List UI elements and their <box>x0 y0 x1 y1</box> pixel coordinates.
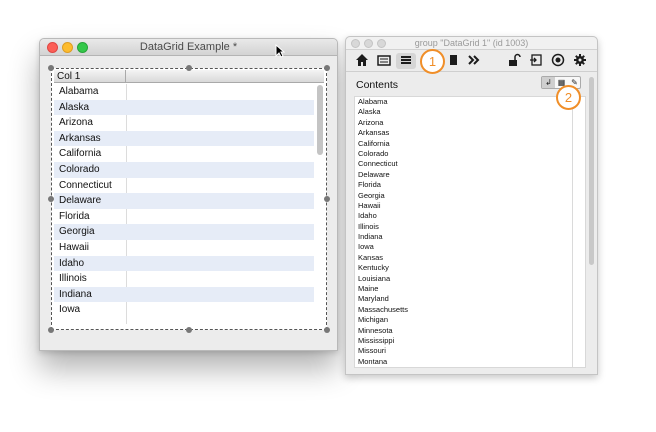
resize-handle-bottom-left[interactable] <box>48 327 54 333</box>
list-item: California <box>358 138 390 148</box>
list-item: Louisiana <box>358 273 391 283</box>
list-item: Colorado <box>358 148 389 158</box>
grid-header: Col 1 <box>54 70 324 83</box>
table-row[interactable]: Connecticut <box>54 178 314 194</box>
card-icon[interactable] <box>376 53 392 69</box>
list-item: Illinois <box>358 221 379 231</box>
table-row[interactable]: Iowa <box>54 302 314 318</box>
list-item: Maryland <box>358 294 389 304</box>
resize-handle-left[interactable] <box>48 196 54 202</box>
list-icon[interactable] <box>396 53 416 69</box>
resize-handle-right[interactable] <box>324 196 330 202</box>
list-item: Georgia <box>358 190 385 200</box>
list-item: Iowa <box>358 242 374 252</box>
table-row[interactable]: Hawaii <box>54 240 314 256</box>
export-icon[interactable] <box>528 53 544 69</box>
contents-bar: Contents ↲ ▦ ✎ <box>346 73 587 95</box>
table-row[interactable]: Illinois <box>54 271 314 287</box>
list-item: Alaska <box>358 107 381 117</box>
table-row[interactable]: Delaware <box>54 193 314 209</box>
target-icon[interactable] <box>550 53 566 69</box>
resize-handle-bottom[interactable] <box>186 327 192 333</box>
datagrid-example-window: DataGrid Example * Col 1 Alabama Alaska Ar… <box>39 38 338 351</box>
resize-handle-top-right[interactable] <box>324 65 330 71</box>
table-row[interactable]: Arizona <box>54 115 314 131</box>
list-item: Indiana <box>358 232 383 242</box>
inspector-toolbar <box>346 50 597 72</box>
mouse-cursor-icon <box>275 44 285 58</box>
list-item: Mississippi <box>358 335 395 345</box>
table-row[interactable]: Alaska <box>54 99 314 116</box>
inspector-title-bar[interactable]: group "DataGrid 1" (id 1003) <box>346 37 597 50</box>
contents-lines: Alabama Alaska Arizona Arkansas California Co… <box>355 97 585 367</box>
list-item: Arkansas <box>358 128 390 138</box>
resize-handle-top-left[interactable] <box>48 65 54 71</box>
list-item: Maine <box>358 284 379 294</box>
unlock-icon[interactable] <box>506 53 522 69</box>
list-item: Massachusetts <box>358 304 409 314</box>
contents-label: Contents <box>356 79 399 91</box>
wrap-icon[interactable]: ↲ <box>542 77 555 88</box>
grid-scrollbar[interactable] <box>317 85 323 155</box>
list-item: Alabama <box>358 97 388 106</box>
table-row[interactable]: California <box>54 146 314 162</box>
table-row[interactable]: Arkansas <box>54 130 314 147</box>
list-item: Montana <box>358 356 388 366</box>
list-item: Connecticut <box>358 159 398 169</box>
grid-rows: Alabama Alaska Arizona Arkansas California Co… <box>54 84 314 318</box>
list-item: Idaho <box>358 211 377 221</box>
column-header-col1[interactable]: Col 1 <box>54 70 126 83</box>
window-title: DataGrid Example * <box>139 41 238 53</box>
inspector-title: group "DataGrid 1" (id 1003) <box>414 38 529 48</box>
list-item: Minnesota <box>358 325 393 335</box>
list-item: Michigan <box>358 315 389 325</box>
resize-handle-bottom-right[interactable] <box>324 327 330 333</box>
datagrid[interactable]: Col 1 Alabama Alaska Arizona Arkansas Califo… <box>51 68 327 330</box>
list-item: Florida <box>358 180 381 190</box>
gear-icon[interactable] <box>572 53 588 69</box>
table-row[interactable]: Colorado <box>54 161 314 178</box>
home-icon[interactable] <box>354 53 370 69</box>
table-row[interactable]: Georgia <box>54 224 314 240</box>
list-item: Hawaii <box>358 200 381 210</box>
callout-1: 1 <box>420 49 445 74</box>
table-row[interactable]: Florida <box>54 209 314 225</box>
list-item: Delaware <box>358 169 390 179</box>
resize-handle-top[interactable] <box>186 65 192 71</box>
table-row[interactable]: Idaho <box>54 255 314 272</box>
text-area-divider <box>572 97 573 367</box>
list-item: Kentucky <box>358 263 389 273</box>
contents-text-area[interactable]: Alabama Alaska Arizona Arkansas California Co… <box>354 96 586 368</box>
inspector-scrollbar[interactable] <box>589 77 594 265</box>
callout-2: 2 <box>556 85 581 110</box>
grid-icon[interactable] <box>446 53 462 69</box>
table-row[interactable]: Indiana <box>54 286 314 303</box>
title-bar[interactable]: DataGrid Example * <box>40 39 337 56</box>
list-item: Missouri <box>358 346 386 356</box>
forward-icon[interactable] <box>466 53 482 69</box>
list-item: Kansas <box>358 252 384 262</box>
list-item: Arizona <box>358 117 384 127</box>
table-row[interactable]: Alabama <box>54 84 314 100</box>
